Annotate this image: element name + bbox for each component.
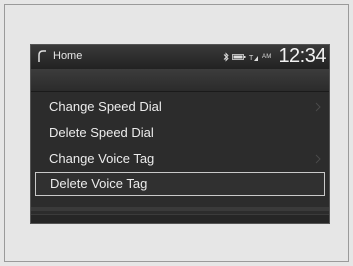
signal-icon: T (249, 55, 258, 62)
menu-item-change-speed-dial[interactable]: Change Speed Dial (31, 94, 329, 120)
home-icon[interactable] (37, 49, 47, 63)
menu-item-label: Change Voice Tag (49, 151, 155, 166)
clock: 12:34 (278, 45, 326, 67)
home-label[interactable]: Home (53, 50, 82, 62)
bottom-band (31, 214, 329, 223)
status-icons: T AM (223, 51, 271, 63)
menu-list: Change Speed Dial Delete Speed Dial Chan… (31, 94, 329, 196)
chevron-right-icon (315, 102, 321, 112)
chevron-right-icon (315, 154, 321, 164)
battery-icon (232, 54, 246, 60)
phone-menu-screen: Home T AM 12:34 Change Speed Dial Delete… (30, 44, 330, 224)
status-bar: Home T AM 12:34 (31, 45, 329, 69)
divider (31, 207, 329, 211)
bluetooth-icon (223, 52, 229, 62)
menu-item-delete-voice-tag[interactable]: Delete Voice Tag (35, 172, 325, 196)
menu-item-label: Delete Voice Tag (50, 176, 148, 191)
svg-text:T: T (249, 55, 254, 62)
am-indicator: AM (262, 54, 272, 60)
menu-item-delete-speed-dial[interactable]: Delete Speed Dial (31, 120, 329, 146)
title-band (31, 69, 329, 92)
menu-item-change-voice-tag[interactable]: Change Voice Tag (31, 146, 329, 172)
menu-item-label: Change Speed Dial (49, 99, 162, 114)
menu-item-label: Delete Speed Dial (49, 125, 154, 140)
